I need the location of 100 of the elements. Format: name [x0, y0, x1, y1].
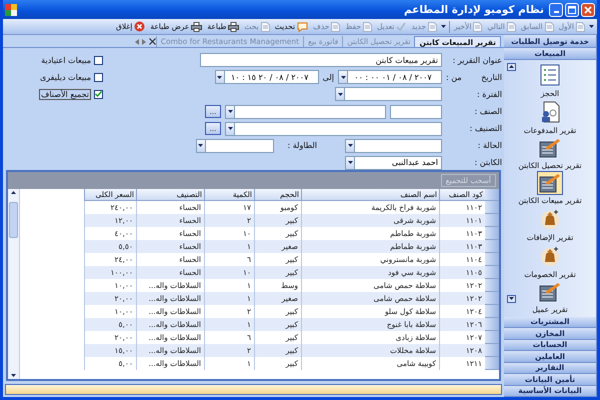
dropdown-field[interactable]: احمد عبدالنبى [345, 156, 442, 170]
maximize-button[interactable] [565, 2, 579, 16]
close-icon[interactable] [148, 38, 156, 45]
dropdown-field[interactable] [196, 138, 274, 153]
money-bag-icon [539, 208, 561, 230]
checkbox-label: مبيعات ديليفرى [40, 72, 91, 82]
page-icon [362, 22, 372, 32]
caret-up-icon [11, 191, 16, 194]
caret-icon [589, 25, 594, 28]
dropdown-button[interactable] [226, 122, 235, 135]
close-icon [134, 21, 146, 32]
caret-icon [228, 110, 232, 114]
pen-form-icon [539, 138, 561, 158]
row-selector[interactable] [485, 292, 499, 305]
dropdown-button[interactable] [336, 88, 345, 100]
row-selector[interactable] [485, 357, 499, 370]
row-selector[interactable] [485, 240, 499, 253]
dropdown-button[interactable] [346, 156, 355, 169]
field-label: التاريخ [481, 72, 502, 82]
toolbar-menu-button[interactable] [589, 25, 594, 28]
caret-icon [509, 297, 514, 300]
page-icon [544, 22, 554, 32]
page-icon [576, 22, 585, 32]
page-icon [428, 22, 437, 32]
money-bag-icon [539, 245, 561, 267]
checkbox-label: تجميع الأصناف [39, 88, 91, 100]
row-selector[interactable] [485, 266, 499, 279]
row-selector[interactable] [485, 189, 499, 201]
toolbar-menu-button[interactable] [441, 25, 446, 28]
page-icon [331, 22, 340, 32]
vertical-scrollbar[interactable] [8, 189, 20, 379]
input-field[interactable] [390, 104, 442, 119]
printer-icon [228, 22, 240, 32]
row-selector[interactable] [485, 214, 499, 227]
row-selector[interactable] [485, 344, 499, 357]
row-selector[interactable] [485, 318, 499, 331]
scroll-thumb[interactable] [9, 202, 18, 238]
minimize-icon [554, 10, 558, 12]
row-selector[interactable] [485, 201, 499, 214]
scroll-down-button[interactable] [507, 294, 516, 302]
checkbox[interactable] [94, 90, 103, 99]
row-selector[interactable] [485, 227, 499, 240]
arrow-right-icon[interactable] [142, 38, 146, 44]
row-selector[interactable] [485, 305, 499, 318]
dropdown-field[interactable]: ٢٠٠٧ / ٠٨ / ٠١ ٠٠ : ٠٠ [338, 70, 442, 84]
dropdown-field[interactable] [225, 104, 386, 119]
app-icon [5, 4, 17, 16]
caret-icon [11, 374, 16, 377]
dropdown-field[interactable]: ٢٠٠٧ / ٠٨ / ٢٠ ١٥ : ١٠ [214, 70, 319, 84]
minimize-button[interactable] [549, 2, 563, 16]
caret-icon [198, 144, 203, 148]
dropdown-button[interactable] [226, 106, 235, 118]
check-icon [396, 22, 406, 32]
dropdown-button[interactable] [339, 71, 348, 84]
row-selector[interactable] [485, 253, 499, 266]
dropdown-field[interactable] [225, 122, 442, 136]
checkbox[interactable] [94, 72, 103, 82]
close-button[interactable] [581, 2, 595, 16]
checkbox[interactable] [94, 56, 103, 65]
field-label: إلى [322, 72, 334, 82]
dropdown-button[interactable] [346, 140, 355, 152]
dropdown-button[interactable] [216, 71, 225, 84]
caret-icon [228, 127, 232, 130]
page-icon [260, 22, 270, 32]
checklist-icon [540, 64, 560, 86]
input-field[interactable]: تقرير مبيعات كابتن [200, 53, 442, 68]
dropdown-field[interactable] [345, 138, 442, 153]
pen-form-icon [539, 282, 561, 302]
field-label: التصنيف : [468, 124, 502, 134]
field-label: الحالة : [476, 141, 502, 150]
field-label: الكابتن : [474, 158, 502, 168]
field-label: من : [446, 72, 462, 82]
speech-bubble-icon [297, 22, 308, 32]
dropdown-button[interactable] [196, 140, 206, 152]
caret-icon [338, 92, 342, 96]
horizontal-scrollbar[interactable] [5, 384, 502, 395]
caret-icon [348, 144, 352, 148]
field-label: الصنف : [473, 107, 502, 116]
caret-icon [340, 76, 346, 79]
page-icon [473, 22, 482, 32]
printer-icon [191, 22, 202, 32]
field-label: الفترة : [476, 90, 502, 99]
row-selector[interactable] [485, 331, 499, 344]
window-title: نظام كومبو لإدارة المطاعم [404, 4, 544, 16]
page-icon [506, 22, 516, 32]
dropdown-field[interactable] [335, 87, 442, 102]
row-selector[interactable] [485, 279, 499, 292]
caret-icon [348, 161, 352, 164]
arrow-left-icon[interactable] [134, 38, 139, 44]
close-icon [584, 6, 592, 14]
pen-form-icon [539, 173, 561, 193]
caret-icon [217, 76, 222, 79]
check-icon [95, 91, 102, 98]
checkbox-label: مبيعات اعتيادية [41, 56, 91, 65]
caret-up-icon [509, 65, 514, 68]
field-label: الطاولة : [288, 141, 317, 150]
field-label: عنوان التقرير : [452, 56, 502, 65]
maximize-icon [568, 6, 576, 14]
scroll-up-button[interactable] [507, 62, 516, 70]
document-person-icon [540, 101, 560, 123]
